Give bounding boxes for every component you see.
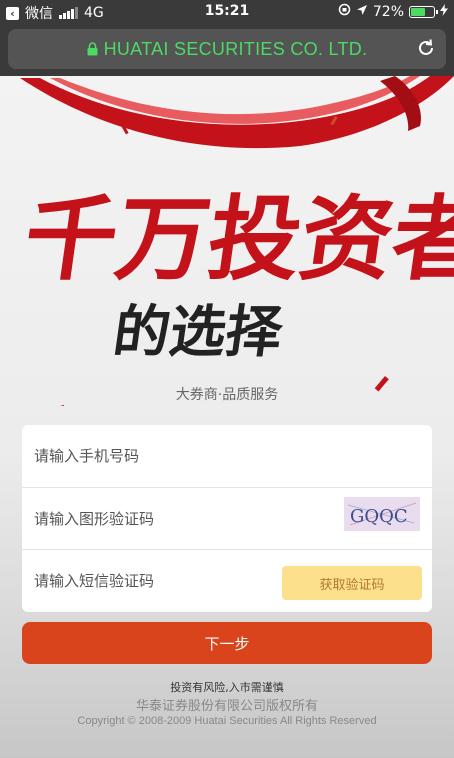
captcha-text: GQQC [350,506,408,527]
lock-icon [87,40,98,61]
slogan-line2: 的选择 [109,299,287,365]
slogan-calligraphy: 千万投资者 的选择 [18,184,454,365]
get-sms-code-button[interactable]: 获取验证码 [282,566,422,600]
battery-icon [409,5,438,18]
captcha-input[interactable] [32,504,286,534]
url-text[interactable]: HUATAI SECURITIES CO. LTD. [104,39,368,59]
url-bar[interactable]: HUATAI SECURITIES CO. LTD. [8,29,446,69]
reload-icon[interactable] [416,38,436,62]
copyright-text: Copyright © 2008-2009 Huatai Securities … [77,715,377,727]
next-step-button[interactable]: 下一步 [22,622,432,664]
captcha-image[interactable]: GQQC [344,497,420,531]
browser-toolbar: HUATAI SECURITIES CO. LTD. [0,24,454,76]
charging-icon [440,3,448,20]
phone-input[interactable] [32,441,286,471]
sms-row: 获取验证码 [22,549,432,612]
sms-code-input[interactable] [32,566,286,596]
rotation-lock-icon [338,3,351,20]
risk-notice: 投资有风险,入市需谨慎 [170,681,284,694]
tagline: 大券商·品质服务 [175,387,279,403]
slogan-line1-red: 千万投资者 [18,184,454,292]
company-name: 华泰证券股份有限公司版权所有 [135,699,318,714]
battery-percent: 72% [372,3,404,20]
phone-row [22,425,432,487]
location-icon [356,4,368,20]
login-form: GQQC 获取验证码 [22,425,432,612]
status-bar: ‹ 微信 4G 15:21 72% [0,0,454,24]
captcha-row: GQQC [22,487,432,550]
